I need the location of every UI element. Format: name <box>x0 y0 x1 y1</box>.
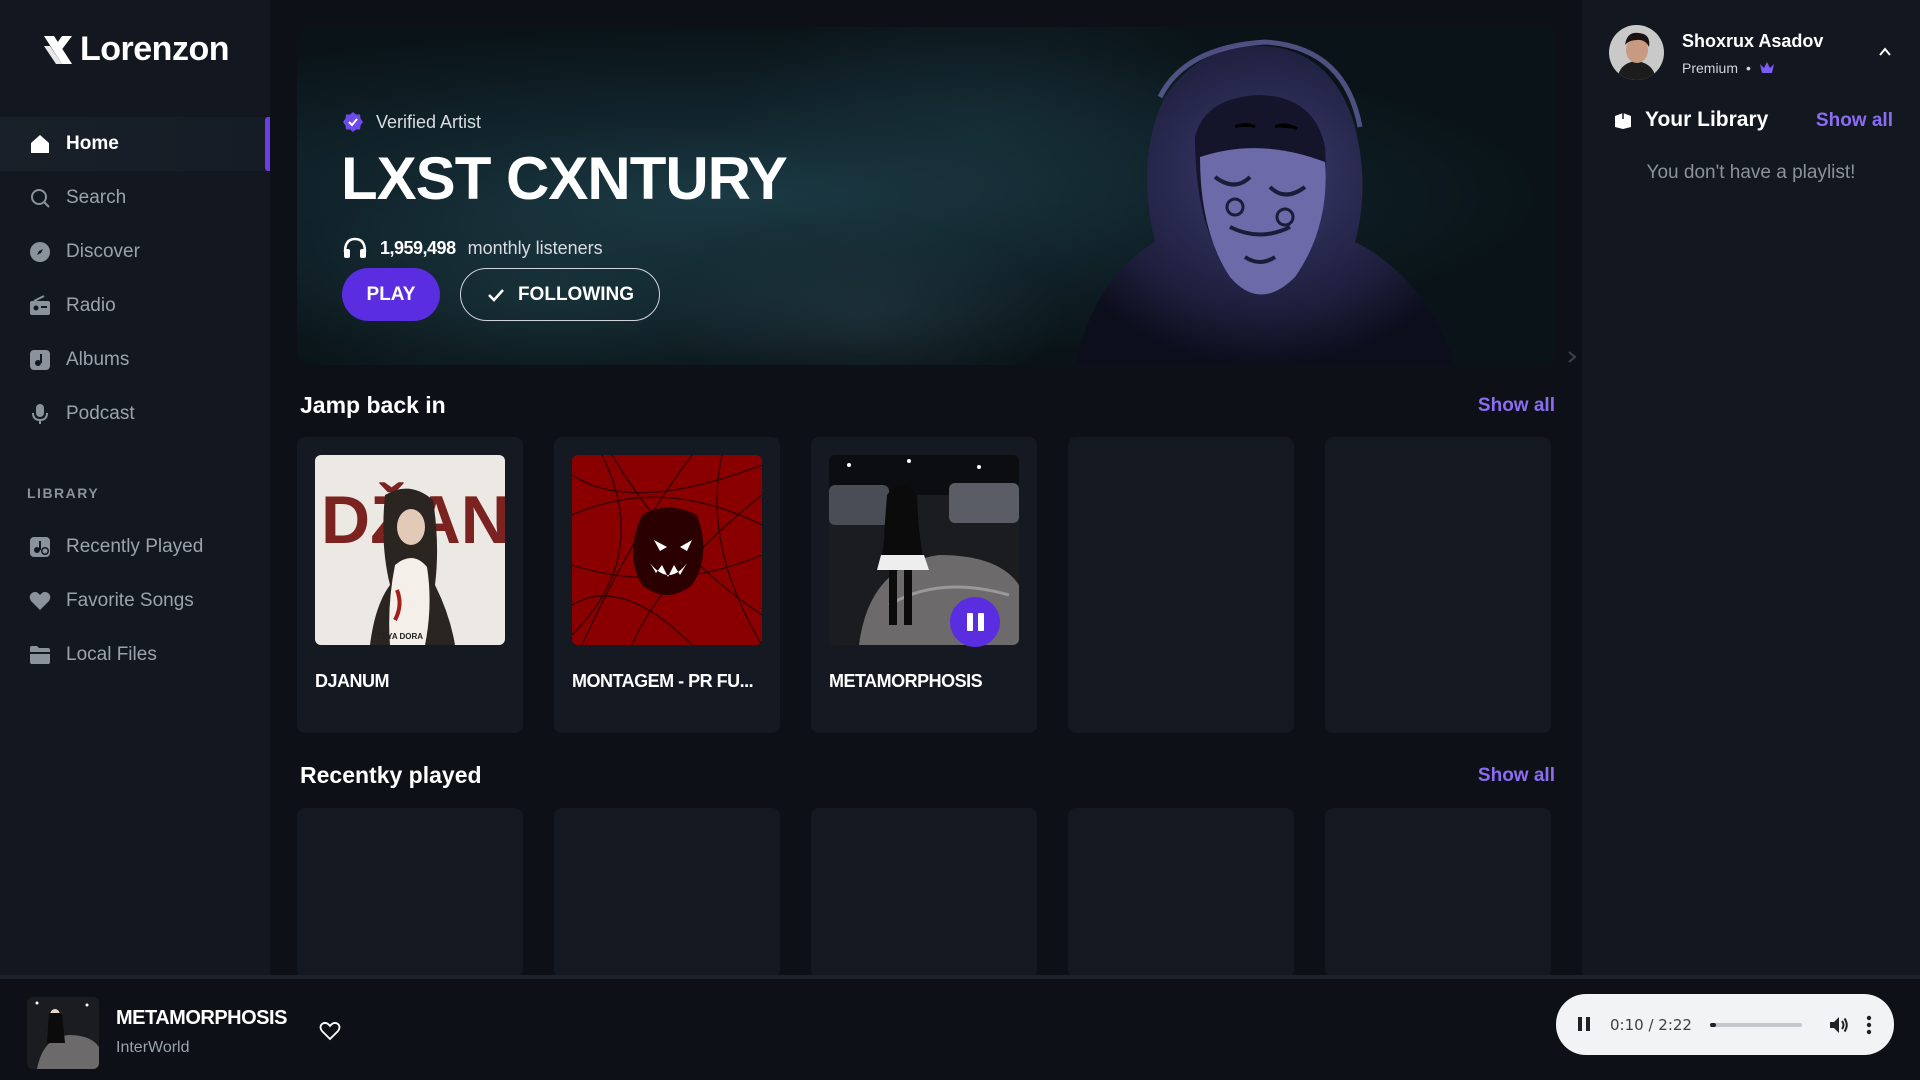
nav-item-radio[interactable]: Radio <box>0 279 270 333</box>
nav-item-recently-played[interactable]: Recently Played <box>0 520 270 574</box>
pause-button[interactable] <box>950 597 1000 647</box>
audio-progress-fill <box>1709 1022 1717 1027</box>
audio-time: 0:10 / 2:22 <box>1610 1015 1692 1034</box>
now-playing-bar: METAMORPHOSIS InterWorld 0:10 / 2:22 <box>0 975 1920 1080</box>
placeholder-card <box>1325 808 1551 978</box>
heart-icon <box>28 589 52 613</box>
listeners-label: monthly listeners <box>467 237 603 258</box>
library-title: Your Library <box>1645 108 1769 131</box>
audio-controls: 0:10 / 2:22 <box>1556 994 1894 1055</box>
recently-played-cards <box>297 808 1551 978</box>
headphones-icon <box>343 237 367 258</box>
library-nav: Recently Played Favorite Songs Local Fil… <box>0 520 270 682</box>
album-icon <box>28 348 52 372</box>
play-button[interactable]: PLAY <box>342 268 440 321</box>
your-library-heading: Your Library <box>1613 108 1768 132</box>
nav-label: Albums <box>66 349 130 370</box>
nav-label: Favorite Songs <box>66 590 194 611</box>
album-title: METAMORPHOSIS <box>829 671 983 691</box>
crown-icon <box>1759 62 1774 73</box>
album-title: MONTAGEM - PR FU... <box>572 671 754 691</box>
nav-item-albums[interactable]: Albums <box>0 333 270 387</box>
library-empty-message: You don't have a playlist! <box>1646 162 1856 183</box>
app-logo[interactable]: Lorenzon <box>40 30 229 69</box>
placeholder-card <box>297 808 523 978</box>
nav-item-home[interactable]: Home <box>0 117 270 171</box>
placeholder-card <box>1068 808 1294 978</box>
nav-label: Discover <box>66 241 140 262</box>
recent-music-icon <box>28 535 52 559</box>
album-art-subtext: TEYA DORA <box>377 632 423 641</box>
nav-item-discover[interactable]: Discover <box>0 225 270 279</box>
now-playing-cover <box>27 997 99 1069</box>
following-label: FOLLOWING <box>517 283 635 305</box>
recently-played-show-all-link[interactable]: Show all <box>1478 765 1555 787</box>
artist-name: LXST CXNTURY <box>341 145 788 212</box>
right-panel: Shoxrux Asadov Premium • Your Library Sh… <box>1582 0 1920 975</box>
jump-back-cards: DŽANUM TEYA DORA DJANUM <box>297 437 1551 733</box>
plan-separator: • <box>1746 60 1751 76</box>
album-card[interactable]: MONTAGEM - PR FU... <box>554 437 780 733</box>
library-icon <box>1615 113 1631 129</box>
now-playing-artist[interactable]: InterWorld <box>116 1039 190 1057</box>
compass-icon <box>28 240 52 264</box>
album-card[interactable]: DŽANUM TEYA DORA DJANUM <box>297 437 523 733</box>
microphone-icon <box>28 402 52 426</box>
user-name[interactable]: Shoxrux Asadov <box>1682 31 1823 52</box>
monthly-listeners: 1,959,498 monthly listeners <box>342 235 603 261</box>
chevron-right-icon[interactable] <box>1565 350 1579 364</box>
section-title-jump-back: Jamp back in <box>300 392 446 418</box>
nav-label: Recently Played <box>66 536 204 557</box>
nav-item-favorite-songs[interactable]: Favorite Songs <box>0 574 270 628</box>
chevron-up-icon[interactable] <box>1877 44 1893 60</box>
like-heart-icon[interactable] <box>318 1019 342 1043</box>
artist-hero-banner: Verified Artist LXST CXNTURY 1,959,498 m… <box>297 27 1555 365</box>
placeholder-card <box>1068 437 1294 733</box>
main-content: Verified Artist LXST CXNTURY 1,959,498 m… <box>270 0 1582 978</box>
nav-item-search[interactable]: Search <box>0 171 270 225</box>
album-card[interactable]: METAMORPHOSIS <box>811 437 1037 733</box>
nav-label: Search <box>66 187 127 208</box>
placeholder-card <box>554 808 780 978</box>
nav-item-podcast[interactable]: Podcast <box>0 387 270 441</box>
nav-label: Radio <box>66 295 116 316</box>
artist-photo <box>1075 39 1455 365</box>
listeners-count: 1,959,498 <box>380 237 456 258</box>
nav-label: Podcast <box>66 403 135 424</box>
placeholder-card <box>811 808 1037 978</box>
folder-icon <box>28 643 52 667</box>
section-title-recently-played: Recentky played <box>300 762 482 788</box>
album-cover <box>572 455 762 645</box>
check-icon <box>488 288 504 302</box>
verified-badge: Verified Artist <box>342 111 481 133</box>
placeholder-card <box>1325 437 1551 733</box>
audio-seek-bar[interactable] <box>1709 1022 1802 1027</box>
library-show-all-link[interactable]: Show all <box>1816 110 1893 132</box>
pause-icon[interactable] <box>1578 1016 1594 1033</box>
avatar[interactable] <box>1609 25 1664 80</box>
plan-label: Premium <box>1682 60 1739 76</box>
main-nav: Home Search Discover Radio Albums Podcas… <box>0 117 270 441</box>
more-options-icon[interactable] <box>1866 1014 1872 1036</box>
radio-icon <box>28 294 52 318</box>
nav-item-local-files[interactable]: Local Files <box>0 628 270 682</box>
album-title: DJANUM <box>315 671 390 691</box>
verified-label: Verified Artist <box>376 111 482 132</box>
home-icon <box>28 132 52 156</box>
volume-icon[interactable] <box>1828 1014 1850 1036</box>
nav-label: Local Files <box>66 644 157 665</box>
app-name: Lorenzon <box>80 30 229 68</box>
logo-icon <box>44 35 72 64</box>
nav-label: Home <box>66 133 119 154</box>
now-playing-title[interactable]: METAMORPHOSIS <box>116 1007 287 1030</box>
library-heading: LIBRARY <box>27 485 100 501</box>
following-button[interactable]: FOLLOWING <box>460 268 660 321</box>
search-icon <box>28 186 52 210</box>
album-cover: DŽANUM TEYA DORA <box>315 455 505 645</box>
sidebar: Lorenzon Home Search Discover Radio Albu… <box>0 0 270 975</box>
user-plan: Premium • <box>1682 60 1775 76</box>
jump-back-show-all-link[interactable]: Show all <box>1478 395 1555 417</box>
verified-icon <box>343 112 363 132</box>
